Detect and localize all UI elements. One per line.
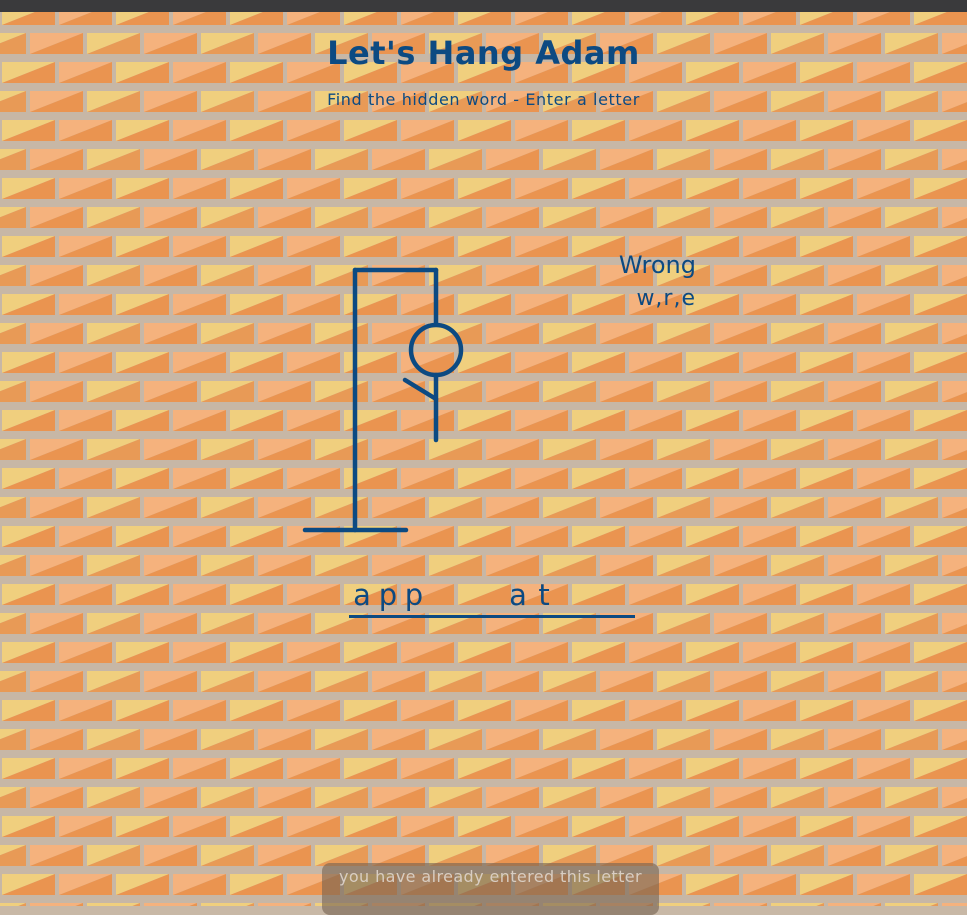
hangman-figure bbox=[302, 267, 464, 533]
letter-slot: p bbox=[375, 574, 401, 618]
brick-wall-background bbox=[0, 12, 967, 906]
letter-slot bbox=[453, 574, 479, 618]
hangman-head bbox=[408, 322, 464, 378]
game-title: Let's Hang Adam bbox=[327, 34, 640, 72]
letter-slot: t bbox=[531, 574, 557, 618]
letter-slot bbox=[557, 574, 583, 618]
notification-message: you have already entered this letter bbox=[338, 867, 643, 886]
letter-slot: a bbox=[349, 574, 375, 618]
letter-slot: p bbox=[401, 574, 427, 618]
letter-slot bbox=[479, 574, 505, 618]
browser-top-bar bbox=[0, 0, 967, 12]
hangman-left-arm bbox=[402, 377, 439, 402]
hidden-word: appat bbox=[349, 574, 635, 624]
notification-toast: you have already entered this letter bbox=[322, 863, 659, 915]
wrong-guesses-letters: w,r,e bbox=[636, 286, 696, 311]
letter-slot bbox=[609, 574, 635, 618]
game-instruction: Find the hidden word - Enter a letter bbox=[327, 90, 640, 109]
letter-slot bbox=[427, 574, 453, 618]
wrong-guesses-label: Wrong bbox=[618, 251, 696, 279]
letter-slot bbox=[583, 574, 609, 618]
letter-slot: a bbox=[505, 574, 531, 618]
